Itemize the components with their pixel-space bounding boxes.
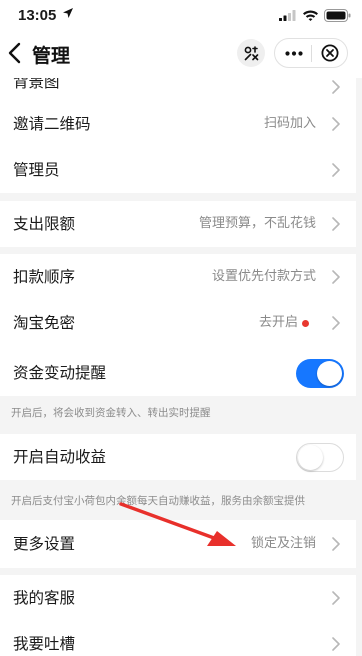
chevron-right-icon: [332, 270, 340, 284]
row-spending-limit[interactable]: 支出限额 管理预算，不乱花钱: [0, 201, 356, 247]
chevron-right-icon: [332, 217, 340, 231]
red-dot-badge: [302, 320, 309, 327]
row-customer-service[interactable]: 我的客服: [0, 575, 356, 621]
row-value: 扫码加入: [263, 116, 316, 131]
chevron-right-icon: [332, 117, 340, 131]
fund-alert-hint: 开启后，将会收到资金转入、转出实时提醒: [11, 407, 211, 419]
row-label: 邀请二维码: [13, 115, 91, 133]
row-label: 淘宝免密: [13, 314, 76, 332]
close-button[interactable]: [313, 39, 347, 67]
chevron-right-icon: [332, 637, 340, 651]
row-value: 管理预算，不乱花钱: [198, 216, 316, 231]
wifi-icon: [303, 10, 318, 21]
chevron-right-icon: [332, 163, 340, 177]
navigation-bar: 管理: [0, 30, 362, 78]
row-label: 开启自动收益: [13, 448, 107, 466]
row-admins[interactable]: 管理员: [0, 147, 356, 193]
more-dots-icon: [285, 50, 303, 56]
row-label: 更多设置: [13, 535, 76, 553]
more-button[interactable]: [278, 39, 310, 67]
row-value: 去开启: [258, 315, 298, 330]
back-chevron-icon[interactable]: [8, 42, 22, 64]
row-fund-alert: 资金变动提醒: [0, 350, 356, 396]
row-label: 我的客服: [13, 589, 76, 607]
row-payment-order[interactable]: 扣款顺序 设置优先付款方式: [0, 254, 356, 300]
row-label: 背景图: [13, 78, 60, 91]
signal-icon: [279, 10, 296, 21]
card-support: 我的客服 我要吐槽: [0, 575, 356, 656]
status-time: 13:05: [18, 7, 57, 24]
row-value: 设置优先付款方式: [211, 269, 316, 284]
auto-earn-toggle[interactable]: [296, 443, 344, 472]
card-group-1: 背景图 邀请二维码 扫码加入 管理员: [0, 78, 356, 193]
row-label: 资金变动提醒: [13, 364, 107, 382]
card-payment-settings: 扣款顺序 设置优先付款方式 淘宝免密 去开启 资金变动提醒 开启后，将会收到资金…: [0, 254, 356, 426]
scan-icon: [244, 45, 258, 60]
battery-icon: [324, 9, 351, 22]
card-spending-limit: 支出限额 管理预算，不乱花钱: [0, 201, 356, 247]
card-more-settings: 更多设置 锁定及注销: [0, 520, 356, 568]
scan-button[interactable]: [237, 39, 265, 67]
auto-earn-hint: 开启后支付宝小荷包内余额每天自动赚收益，服务由余额宝提供: [11, 495, 305, 507]
row-more-settings[interactable]: 更多设置 锁定及注销: [0, 521, 356, 567]
status-bar: 13:05: [0, 0, 362, 30]
page-title: 管理: [32, 45, 71, 67]
close-circle-icon: [321, 44, 339, 62]
fund-alert-hint-area: 开启后，将会收到资金转入、转出实时提醒: [0, 396, 356, 426]
chevron-right-icon: [332, 80, 340, 94]
row-auto-earn: 开启自动收益: [0, 434, 356, 480]
row-label: 支出限额: [13, 215, 76, 233]
chevron-right-icon: [332, 591, 340, 605]
row-value: 锁定及注销: [250, 536, 316, 551]
location-arrow-icon: [63, 8, 73, 18]
row-taobao-nopwd[interactable]: 淘宝免密 去开启: [0, 300, 356, 346]
mini-program-capsule: [274, 38, 348, 68]
fund-alert-toggle[interactable]: [296, 359, 344, 388]
row-feedback[interactable]: 我要吐槽: [0, 621, 356, 656]
row-label: 扣款顺序: [13, 268, 76, 286]
capsule-divider: [311, 45, 312, 62]
row-label: 我要吐槽: [13, 635, 76, 653]
chevron-right-icon: [332, 316, 340, 330]
row-invite-qr[interactable]: 邀请二维码 扫码加入: [0, 101, 356, 147]
row-background-image[interactable]: 背景图: [0, 78, 356, 94]
chevron-right-icon: [332, 537, 340, 551]
toggle-knob: [317, 361, 342, 386]
card-auto-earn: 开启自动收益: [0, 434, 356, 480]
row-label: 管理员: [13, 161, 60, 179]
toggle-knob: [298, 445, 323, 470]
